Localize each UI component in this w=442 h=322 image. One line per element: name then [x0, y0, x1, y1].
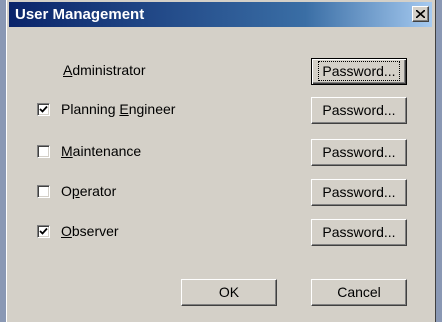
user-row-maintenance: Maintenance Password... [7, 137, 437, 167]
user-row-administrator: Administrator Password... [7, 56, 437, 86]
checkbox-maintenance[interactable] [37, 145, 50, 158]
password-button-planning-engineer[interactable]: Password... [311, 97, 407, 124]
user-management-dialog: User Management Administrator Password..… [6, 0, 436, 322]
checkbox-observer[interactable] [37, 225, 50, 238]
user-row-operator: Operator Password... [7, 177, 437, 207]
user-row-observer: Observer Password... [7, 217, 437, 247]
password-button-maintenance[interactable]: Password... [311, 139, 407, 166]
user-label-administrator: Administrator [63, 62, 146, 78]
checkbox-operator[interactable] [37, 185, 50, 198]
close-button[interactable] [412, 6, 429, 22]
desktop-background: User Management Administrator Password..… [0, 0, 442, 322]
password-button-observer[interactable]: Password... [311, 219, 407, 246]
checkmark-icon [39, 227, 48, 235]
checkbox-planning-engineer[interactable] [37, 103, 50, 116]
close-x-icon [416, 10, 425, 18]
password-button-operator[interactable]: Password... [311, 179, 407, 206]
user-label-observer: Observer [61, 223, 119, 239]
window-title: User Management [15, 6, 145, 23]
password-button-administrator[interactable]: Password... [311, 58, 407, 85]
user-label-maintenance: Maintenance [61, 143, 142, 159]
title-bar[interactable]: User Management [9, 2, 432, 27]
cancel-button[interactable]: Cancel [311, 279, 407, 306]
checkmark-icon [39, 105, 48, 113]
user-label-planning-engineer: Planning Engineer [61, 101, 176, 117]
user-label-operator: Operator [61, 183, 117, 199]
user-row-planning-engineer: Planning Engineer Password... [7, 95, 437, 125]
ok-button[interactable]: OK [181, 279, 277, 306]
